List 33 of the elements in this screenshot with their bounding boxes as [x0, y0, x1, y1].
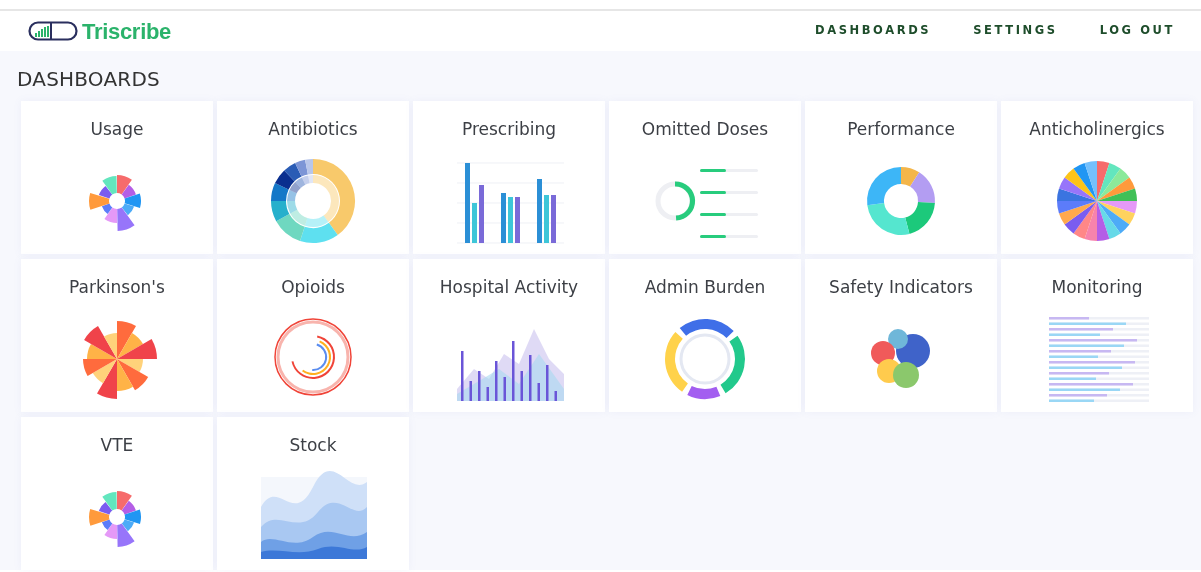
dashboard-card[interactable]: Prescribing — [413, 101, 605, 254]
dashboard-card[interactable]: Performance — [805, 101, 997, 254]
nav-link[interactable]: LOG OUT — [1099, 22, 1175, 40]
dashboard-card[interactable]: Usage — [21, 101, 213, 254]
card-title: Parkinson's — [69, 276, 165, 299]
logo-icon[interactable] — [28, 21, 78, 41]
dashboard-card[interactable]: Antibiotics — [217, 101, 409, 254]
dashboard-card[interactable]: Opioids — [217, 259, 409, 412]
card-title: Monitoring — [1051, 276, 1143, 299]
card-title: Performance — [847, 118, 955, 141]
dashboard-card[interactable]: Safety Indicators — [805, 259, 997, 412]
dashboard-card[interactable]: Parkinson's — [21, 259, 213, 412]
dashboard-card[interactable]: VTE — [21, 417, 213, 570]
card-title: Antibiotics — [268, 118, 358, 141]
card-title: Omitted Doses — [641, 118, 769, 141]
card-title: Prescribing — [462, 118, 556, 141]
card-title: Stock — [289, 434, 337, 457]
page-heading: DASHBOARDS — [17, 67, 161, 91]
card-title: Hospital Activity — [439, 276, 579, 299]
nav-link[interactable]: SETTINGS — [973, 22, 1058, 40]
card-title: Anticholinergics — [1029, 118, 1165, 141]
nav-link[interactable]: DASHBOARDS — [815, 22, 932, 40]
dashboard-card[interactable]: Hospital Activity — [413, 259, 605, 412]
dashboard-card[interactable]: Anticholinergics — [1001, 101, 1193, 254]
dashboard-card[interactable]: Monitoring — [1001, 259, 1193, 412]
dashboard-card[interactable]: Stock — [217, 417, 409, 570]
card-title: Admin Burden — [644, 276, 766, 299]
card-title: Safety Indicators — [829, 276, 973, 299]
card-title: Usage — [90, 118, 144, 141]
card-title: Opioids — [281, 276, 345, 299]
card-title: VTE — [100, 434, 134, 457]
dashboard-card[interactable]: Admin Burden — [609, 259, 801, 412]
dashboard-card[interactable]: Omitted Doses — [609, 101, 801, 254]
